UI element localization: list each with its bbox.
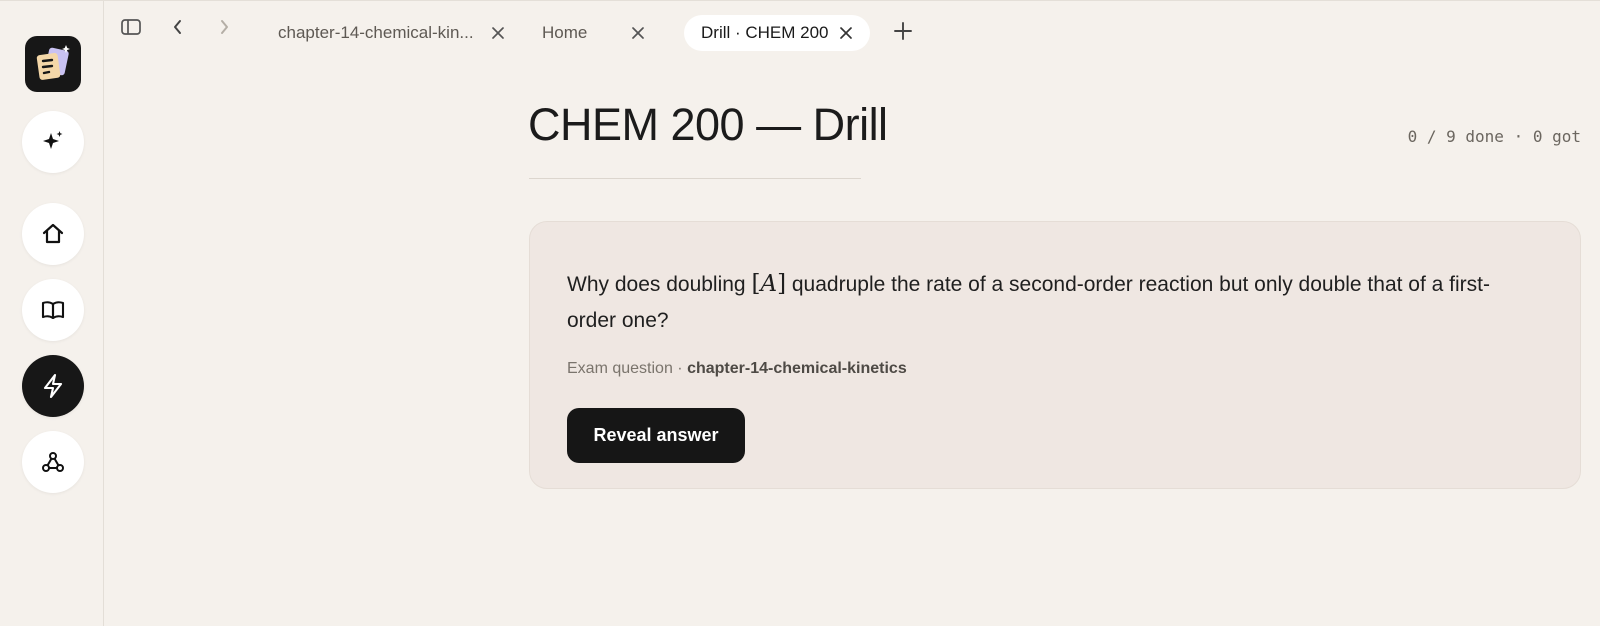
close-icon <box>492 27 504 39</box>
tab-chapter-14[interactable]: chapter-14-chemical-kin... <box>258 15 516 51</box>
close-tab-button[interactable] <box>630 25 646 41</box>
drill-nav-button[interactable] <box>22 355 84 417</box>
page-title: CHEM 200 — Drill <box>528 99 888 150</box>
plus-icon <box>893 21 913 46</box>
question-text: Why does doubling [A] quadruple the rate… <box>567 266 1527 339</box>
question-source: Exam question · chapter-14-chemical-kine… <box>567 360 907 378</box>
tab-label: Home <box>542 23 588 42</box>
source-chapter: chapter-14-chemical-kinetics <box>687 360 907 377</box>
sidebar-toggle-icon <box>120 17 142 42</box>
library-nav-button[interactable] <box>22 279 84 341</box>
graph-icon <box>40 449 66 475</box>
book-icon <box>40 297 66 323</box>
lightning-icon <box>40 373 66 399</box>
sidebar-toggle-button[interactable] <box>119 17 143 41</box>
forward-icon <box>217 18 231 41</box>
sparkle-icon <box>40 129 66 155</box>
flashcard: Why does doubling [A] quadruple the rate… <box>529 221 1581 489</box>
back-icon <box>171 18 185 41</box>
math-concentration: [A] <box>751 271 787 297</box>
close-icon <box>840 27 852 39</box>
graph-nav-button[interactable] <box>22 431 84 493</box>
close-tab-button[interactable] <box>490 25 506 41</box>
forward-button[interactable] <box>212 17 236 41</box>
home-icon <box>40 221 66 247</box>
source-prefix: Exam question · <box>567 360 688 377</box>
tab-label: Drill · CHEM 200 <box>701 23 829 42</box>
progress-counter: 0 / 9 done · 0 got <box>1407 127 1581 146</box>
ai-assistant-button[interactable] <box>22 111 84 173</box>
question-text-start: Why does doubling <box>567 273 752 296</box>
app-window: chapter-14-chemical-kin... Home Drill · … <box>0 0 1600 626</box>
home-nav-button[interactable] <box>22 203 84 265</box>
left-rail <box>0 1 104 626</box>
tab-home[interactable]: Home <box>522 15 652 51</box>
tab-label: chapter-14-chemical-kin... <box>278 23 474 42</box>
close-tab-button[interactable] <box>838 25 854 41</box>
title-divider <box>529 178 861 179</box>
new-tab-button[interactable] <box>891 21 915 45</box>
reveal-answer-button[interactable]: Reveal answer <box>567 408 745 463</box>
app-logo[interactable] <box>25 36 81 92</box>
back-button[interactable] <box>166 17 190 41</box>
close-icon <box>632 27 644 39</box>
tab-drill-chem-200[interactable]: Drill · CHEM 200 <box>684 15 870 51</box>
tab-bar: chapter-14-chemical-kin... Home Drill · … <box>104 1 1600 65</box>
